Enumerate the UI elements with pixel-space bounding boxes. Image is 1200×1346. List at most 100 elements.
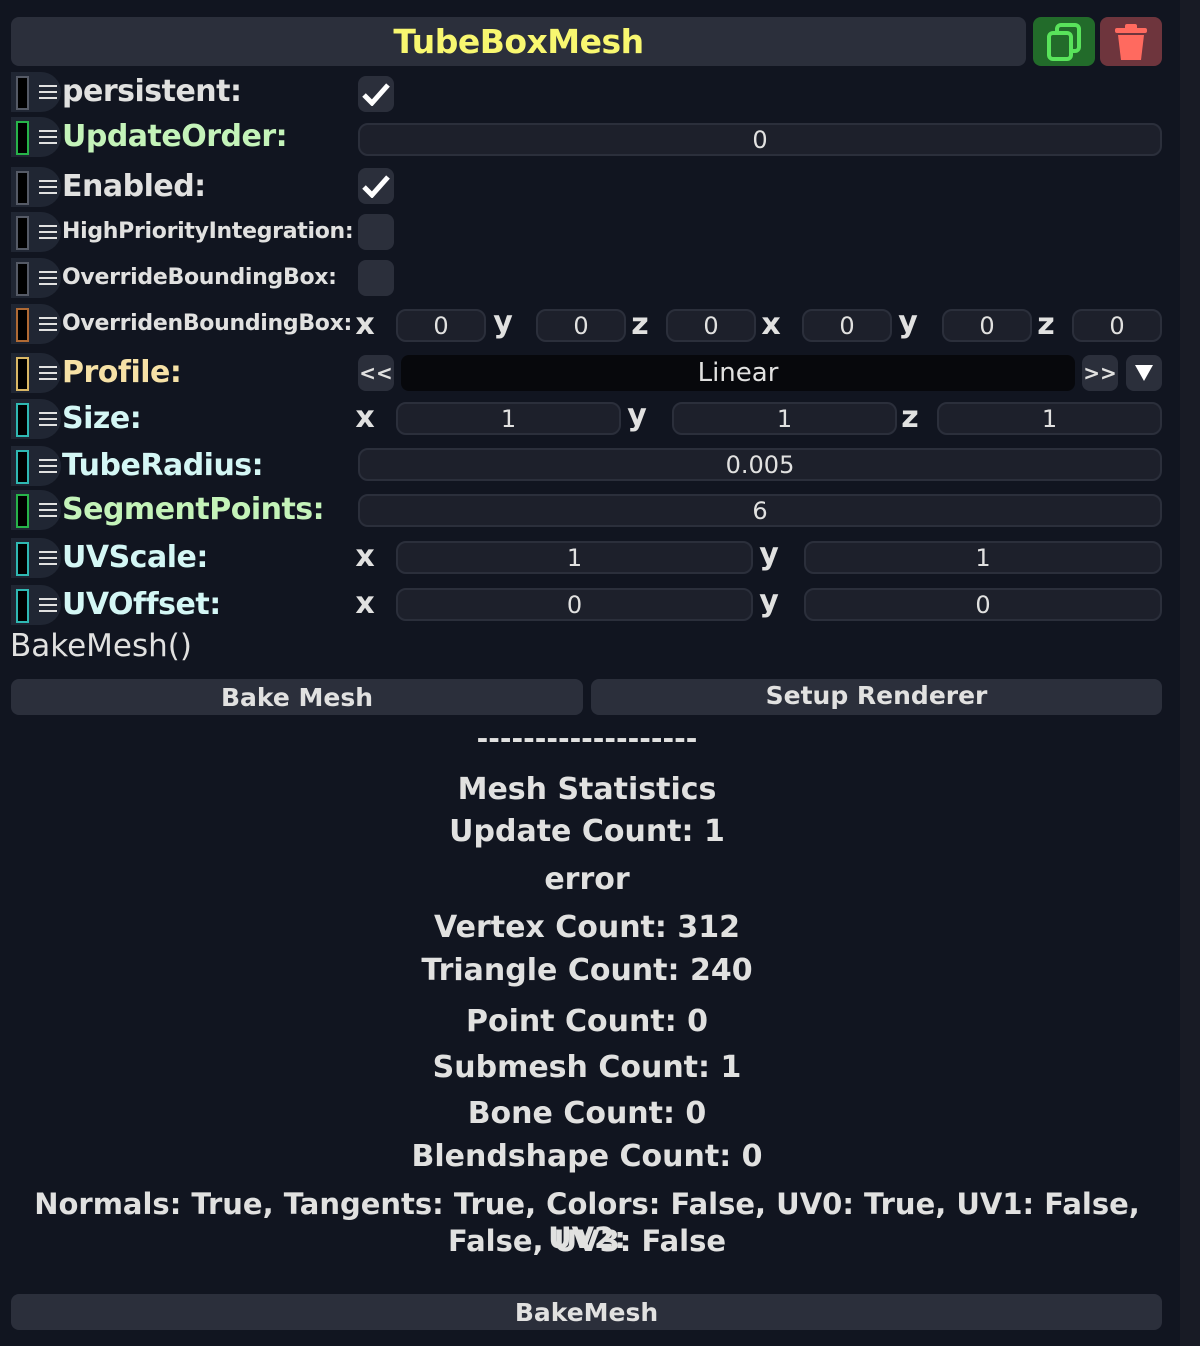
drive-indicator[interactable] [16, 403, 29, 437]
field-label: UVScale: [62, 540, 208, 575]
component-header[interactable]: TubeBoxMesh [11, 17, 1026, 66]
axis-label-x: x [355, 539, 375, 574]
bbox-max-x-input[interactable]: 0 [802, 309, 892, 342]
scrollbar[interactable] [1180, 0, 1200, 1346]
grip-icon[interactable] [39, 366, 57, 384]
field-handle[interactable] [11, 258, 61, 298]
update-order-input[interactable]: 0 [358, 123, 1162, 156]
grip-icon[interactable] [39, 317, 57, 335]
grip-icon[interactable] [39, 459, 57, 477]
stats-separator: ------------------- [476, 722, 698, 755]
profile-value: Linear [401, 355, 1075, 391]
uv-scale-y-input[interactable]: 1 [804, 541, 1162, 574]
uv-offset-x-input[interactable]: 0 [396, 588, 753, 621]
stat-triangle-count: Triangle Count: 240 [421, 953, 753, 988]
tube-radius-input[interactable]: 0.005 [358, 448, 1162, 481]
duplicate-icon [1047, 22, 1081, 61]
field-handle[interactable] [11, 399, 61, 439]
axis-label-z: z [901, 400, 919, 435]
drive-indicator[interactable] [16, 357, 29, 391]
axis-label-z: z [1037, 307, 1055, 342]
duplicate-button[interactable] [1033, 17, 1095, 66]
grip-icon[interactable] [39, 130, 57, 148]
field-handle[interactable] [11, 446, 61, 486]
profile-next-button[interactable]: >> [1082, 355, 1118, 391]
drive-indicator[interactable] [16, 542, 29, 576]
bbox-max-z-input[interactable]: 0 [1072, 309, 1162, 342]
stat-bone-count: Bone Count: 0 [467, 1096, 707, 1131]
field-handle[interactable] [11, 304, 61, 344]
field-label: persistent: [62, 74, 242, 109]
bake-mesh-button[interactable]: Bake Mesh [11, 679, 583, 715]
grip-icon[interactable] [39, 551, 57, 569]
override-bbox-checkbox[interactable] [358, 260, 394, 296]
drive-indicator[interactable] [16, 450, 29, 484]
axis-label-y: y [759, 537, 779, 572]
drive-indicator[interactable] [16, 494, 29, 528]
grip-icon[interactable] [39, 598, 57, 616]
size-x-input[interactable]: 1 [396, 402, 621, 435]
field-label: SegmentPoints: [62, 492, 325, 527]
bbox-min-y-input[interactable]: 0 [536, 309, 626, 342]
field-label: Profile: [62, 355, 182, 390]
profile-dropdown-button[interactable] [1126, 355, 1162, 391]
profile-prev-button[interactable]: << [358, 355, 394, 391]
checkmark-icon [362, 83, 390, 106]
field-label: HighPriorityIntegration: [62, 219, 354, 244]
setup-renderer-button[interactable]: Setup Renderer [591, 679, 1162, 715]
field-handle[interactable] [11, 353, 61, 393]
uv-scale-x-input[interactable]: 1 [396, 541, 753, 574]
drive-indicator[interactable] [16, 308, 29, 342]
stat-error: error [544, 862, 630, 897]
method-label: BakeMesh() [10, 628, 192, 664]
axis-label-x: x [355, 400, 375, 435]
persistent-checkbox[interactable] [358, 76, 394, 112]
grip-icon[interactable] [39, 412, 57, 430]
field-handle[interactable] [11, 72, 61, 112]
drive-indicator[interactable] [16, 76, 29, 110]
uv-offset-y-input[interactable]: 0 [804, 588, 1162, 621]
bbox-min-z-input[interactable]: 0 [666, 309, 756, 342]
grip-icon[interactable] [39, 225, 57, 243]
axis-label-x: x [761, 307, 781, 342]
stats-title: Mesh Statistics [457, 772, 717, 807]
field-handle[interactable] [11, 490, 61, 530]
field-handle[interactable] [11, 167, 61, 207]
grip-icon[interactable] [39, 180, 57, 198]
stat-update-count: Update Count: 1 [449, 814, 725, 849]
field-label: Enabled: [62, 169, 206, 204]
field-handle[interactable] [11, 212, 61, 252]
size-z-input[interactable]: 1 [937, 402, 1162, 435]
trash-icon [1115, 23, 1147, 60]
delete-button[interactable] [1100, 17, 1162, 66]
field-label: TubeRadius: [62, 448, 264, 483]
bbox-max-y-input[interactable]: 0 [942, 309, 1032, 342]
high-priority-checkbox[interactable] [358, 214, 394, 250]
field-label: UVOffset: [62, 587, 221, 622]
field-handle[interactable] [11, 117, 61, 157]
stat-submesh-count: Submesh Count: 1 [432, 1050, 742, 1085]
axis-label-y: y [898, 305, 918, 340]
field-label: UpdateOrder: [62, 119, 288, 154]
field-label: OverrideBoundingBox: [62, 265, 337, 290]
grip-icon[interactable] [39, 503, 57, 521]
segment-points-input[interactable]: 6 [358, 494, 1162, 527]
drive-indicator[interactable] [16, 216, 29, 250]
drive-indicator[interactable] [16, 589, 29, 623]
bake-mesh-footer-button[interactable]: BakeMesh [11, 1294, 1162, 1330]
field-handle[interactable] [11, 538, 61, 578]
bbox-min-x-input[interactable]: 0 [396, 309, 486, 342]
enabled-checkbox[interactable] [358, 168, 394, 204]
size-y-input[interactable]: 1 [672, 402, 897, 435]
drive-indicator[interactable] [16, 121, 29, 155]
axis-label-x: x [355, 307, 375, 342]
field-handle[interactable] [11, 585, 61, 625]
axis-label-y: y [493, 305, 513, 340]
field-label: Size: [62, 401, 142, 436]
drive-indicator[interactable] [16, 262, 29, 296]
grip-icon[interactable] [39, 271, 57, 289]
axis-label-z: z [631, 307, 649, 342]
component-title: TubeBoxMesh [393, 22, 644, 61]
grip-icon[interactable] [39, 85, 57, 103]
drive-indicator[interactable] [16, 171, 29, 205]
